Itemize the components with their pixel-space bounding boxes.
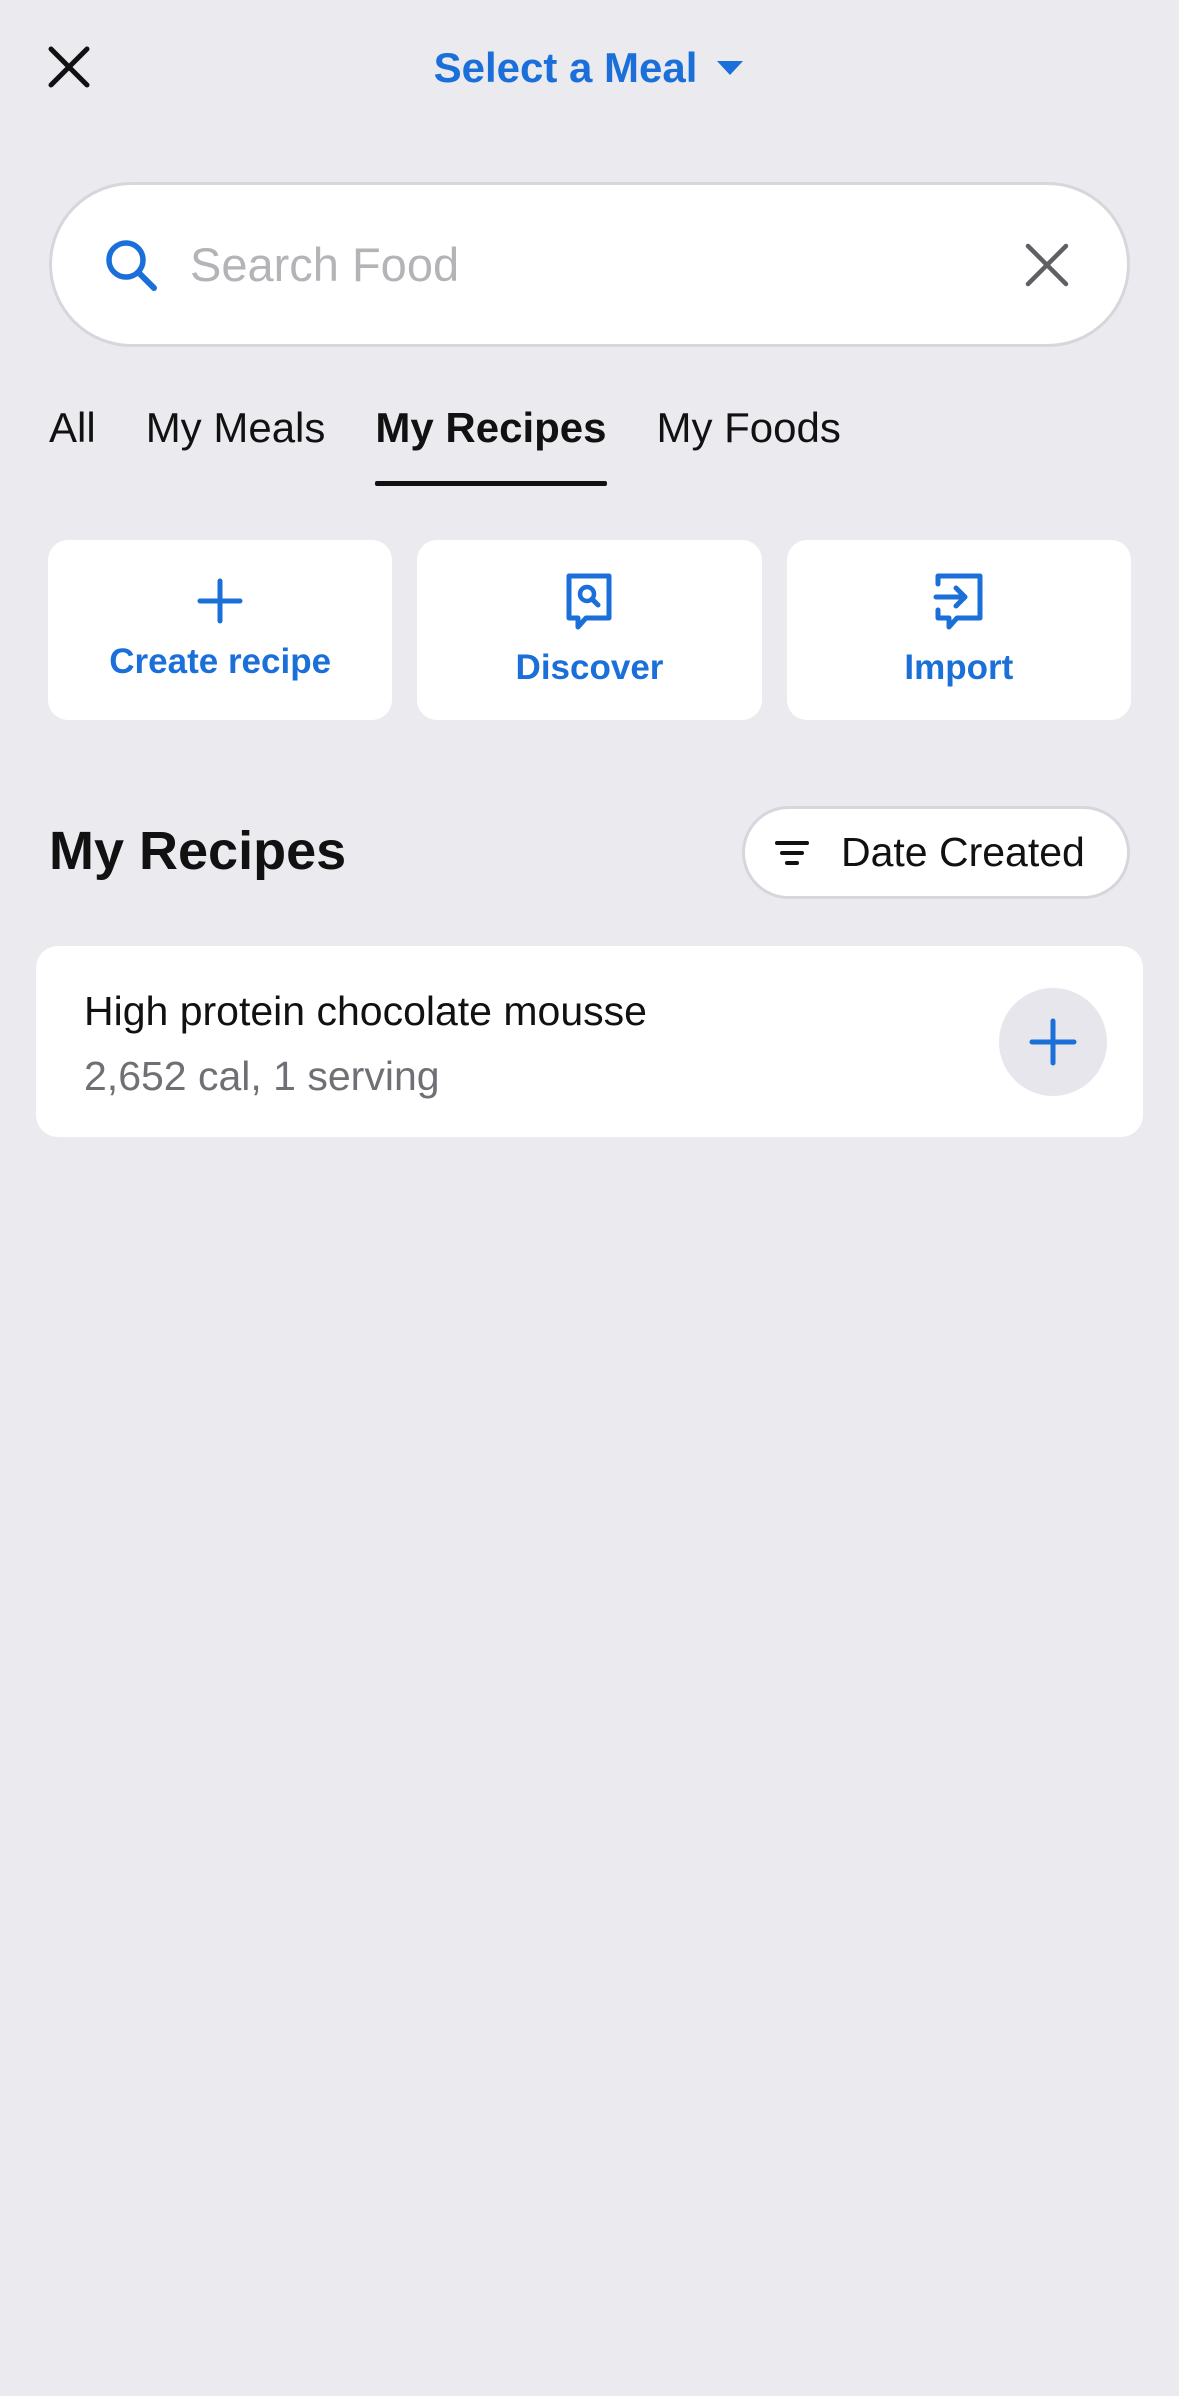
recipe-search-icon bbox=[566, 573, 612, 630]
add-recipe-button[interactable] bbox=[999, 988, 1107, 1096]
clear-icon bbox=[1025, 243, 1069, 286]
plus-icon bbox=[1029, 1018, 1077, 1066]
tab-my-foods[interactable]: My Foods bbox=[657, 398, 841, 486]
recipe-calories: 2,652 cal, 1 serving bbox=[84, 1053, 440, 1099]
sort-label: Date Created bbox=[841, 829, 1085, 875]
create-recipe-label: Create recipe bbox=[109, 642, 332, 681]
sort-button[interactable]: Date Created bbox=[742, 806, 1130, 899]
discover-label: Discover bbox=[515, 648, 664, 687]
search-bar bbox=[49, 182, 1130, 347]
clear-search-button[interactable] bbox=[1017, 235, 1077, 295]
search-input[interactable] bbox=[190, 237, 1017, 292]
recipe-actions: Create recipe Discover Import bbox=[48, 540, 1131, 720]
tab-all[interactable]: All bbox=[49, 398, 96, 486]
meal-select-label: Select a Meal bbox=[433, 44, 698, 91]
import-icon bbox=[933, 573, 983, 630]
plus-icon bbox=[197, 578, 243, 624]
section-title: My Recipes bbox=[49, 821, 347, 881]
import-button[interactable]: Import bbox=[786, 540, 1131, 720]
filter-tabs: All My Meals My Recipes My Foods bbox=[49, 398, 841, 486]
create-recipe-button[interactable]: Create recipe bbox=[48, 540, 393, 720]
filter-lines-icon bbox=[775, 840, 809, 865]
recipe-name: High protein chocolate mousse bbox=[84, 988, 647, 1034]
discover-button[interactable]: Discover bbox=[417, 540, 762, 720]
meal-select-dropdown[interactable]: Select a Meal bbox=[0, 38, 1179, 98]
list-item[interactable]: High protein chocolate mousse 2,652 cal,… bbox=[36, 946, 1143, 1137]
select-meal-screen: Select a Meal All My Meals My Recipes My… bbox=[0, 0, 1179, 2396]
tab-my-recipes[interactable]: My Recipes bbox=[375, 398, 607, 486]
import-label: Import bbox=[904, 648, 1014, 687]
search-icon bbox=[106, 239, 157, 291]
caret-down-icon bbox=[717, 61, 744, 75]
tab-my-meals[interactable]: My Meals bbox=[146, 398, 326, 486]
